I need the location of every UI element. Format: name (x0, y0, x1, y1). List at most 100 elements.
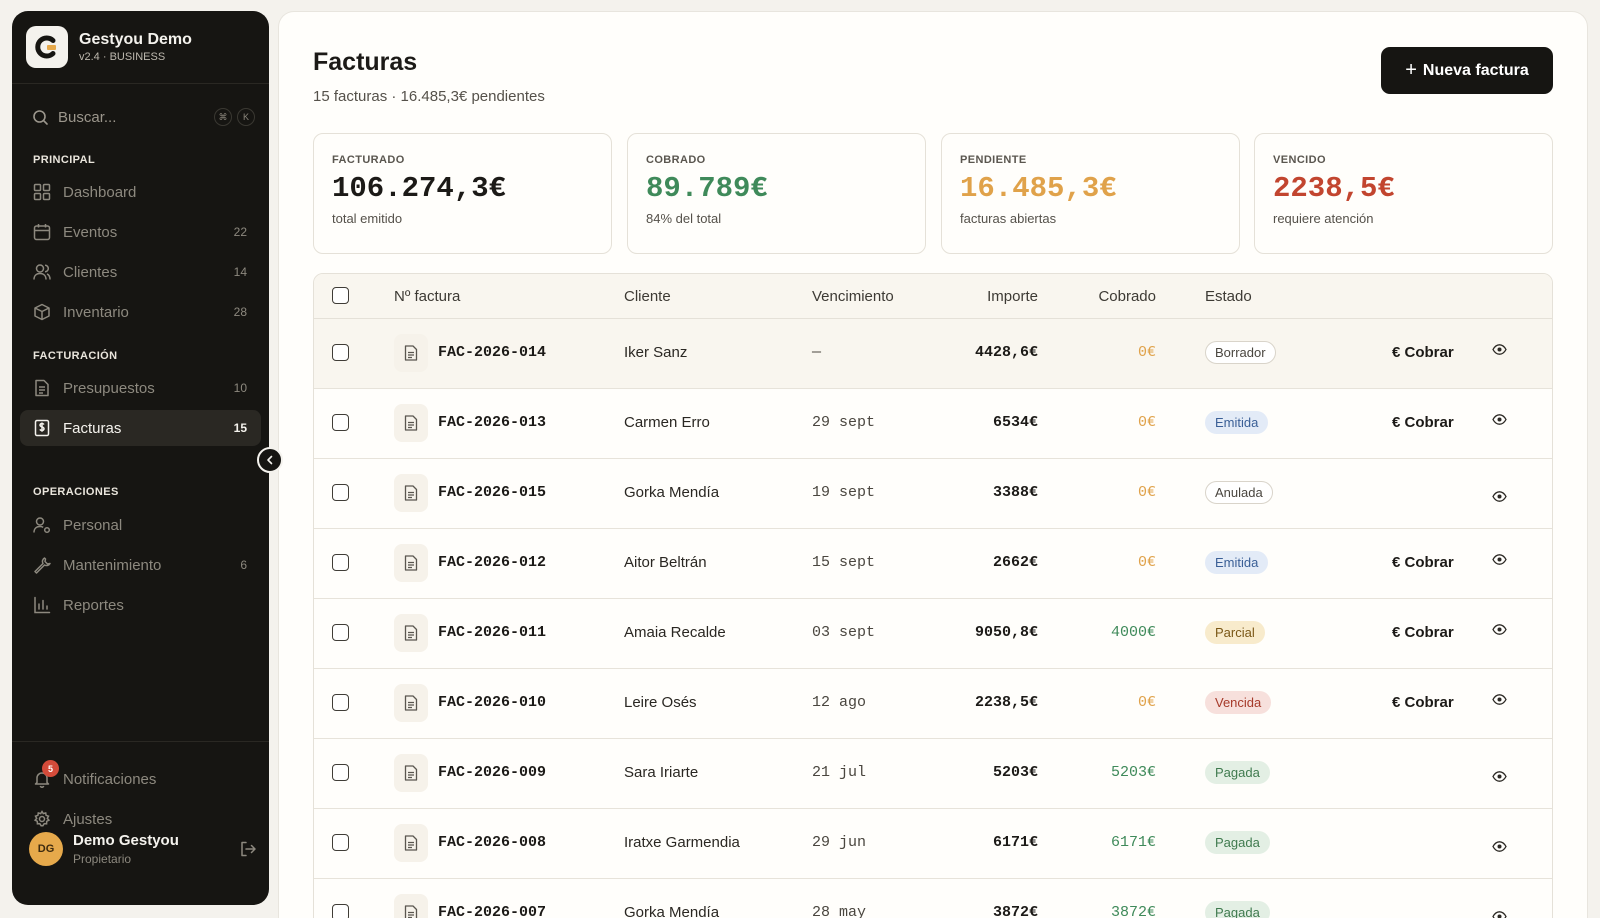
header-client[interactable]: Cliente (624, 288, 671, 305)
euro-icon: € (1392, 624, 1405, 641)
cobrar-button[interactable]: € Cobrar (1392, 694, 1454, 711)
invoice-number[interactable]: FAC-2026-012 (438, 554, 546, 571)
status-badge: Borrador (1205, 341, 1276, 364)
invoice-due: 29 jun (812, 834, 867, 851)
eye-icon[interactable] (1492, 692, 1507, 710)
sidebar-search[interactable]: Buscar... ⌘ K (32, 106, 255, 128)
sidebar-item-personal[interactable]: Personal (20, 507, 261, 543)
sidebar-collapse-button[interactable] (257, 447, 283, 473)
invoice-paid: 0€ (1137, 414, 1156, 431)
eye-icon[interactable] (1492, 909, 1507, 918)
invoice-number[interactable]: FAC-2026-008 (438, 834, 546, 851)
cobrar-label: Cobrar (1404, 694, 1454, 711)
eye-icon[interactable] (1492, 342, 1507, 360)
invoice-amount: 6171€ (992, 834, 1038, 851)
eye-icon[interactable] (1492, 769, 1507, 787)
invoice-number[interactable]: FAC-2026-009 (438, 764, 546, 781)
invoice-number[interactable]: FAC-2026-010 (438, 694, 546, 711)
row-checkbox[interactable] (332, 554, 349, 571)
sidebar-item-reportes[interactable]: Reportes (20, 587, 261, 623)
table-row[interactable]: FAC-2026-010 Leire Osés 12 ago 2238,5€ 0€ Ven… (314, 669, 1552, 739)
user-profile[interactable]: DG Demo Gestyou Propietario (29, 829, 257, 869)
sidebar-item-count: 14 (233, 265, 247, 279)
document-icon (394, 544, 428, 582)
row-checkbox[interactable] (332, 624, 349, 641)
shortcut-key-cmd: ⌘ (214, 108, 232, 126)
chevron-left-icon (267, 455, 273, 465)
sidebar-item-mantenimiento[interactable]: Mantenimiento 6 (20, 547, 261, 583)
status-badge: Emitida (1205, 411, 1269, 434)
header-number[interactable]: Nº factura (394, 288, 460, 305)
table-row[interactable]: FAC-2026-015 Gorka Mendía 19 sept 3388€ 0€ An… (314, 459, 1552, 529)
table-row[interactable]: FAC-2026-013 Carmen Erro 29 sept 6534€ 0€ Emi… (314, 389, 1552, 459)
invoice-amount: 3388€ (992, 484, 1038, 501)
stat-card-facturado: FACTURADO 106.274,3€ total emitido (313, 133, 612, 254)
sidebar-item-count: 6 (240, 558, 247, 572)
invoice-amount: 9050,8€ (974, 624, 1038, 641)
row-checkbox[interactable] (332, 834, 349, 851)
sidebar-item-inventario[interactable]: Inventario 28 (20, 294, 261, 330)
table-row[interactable]: FAC-2026-008 Iratxe Garmendia 29 jun 6171€ 6… (314, 809, 1552, 879)
invoice-due: 28 may (812, 904, 867, 918)
sidebar-item-presupuestos[interactable]: Presupuestos 10 (20, 370, 261, 406)
eye-icon[interactable] (1492, 552, 1507, 570)
cobrar-button[interactable]: € Cobrar (1392, 414, 1454, 431)
eye-icon[interactable] (1492, 622, 1507, 640)
header-status[interactable]: Estado (1205, 288, 1252, 305)
logout-icon[interactable] (239, 840, 257, 858)
table-header: Nº factura Cliente Vencimiento Importe C… (314, 274, 1552, 319)
section-facturacion: FACTURACIÓN (33, 350, 118, 362)
sidebar-item-eventos[interactable]: Eventos 22 (20, 214, 261, 250)
cobrar-label: Cobrar (1404, 624, 1454, 641)
header-paid[interactable]: Cobrado (1054, 288, 1156, 305)
invoice-number[interactable]: FAC-2026-013 (438, 414, 546, 431)
row-checkbox[interactable] (332, 414, 349, 431)
row-checkbox[interactable] (332, 694, 349, 711)
stat-value: 16.485,3€ (960, 172, 1117, 205)
invoice-due: 29 sept (812, 414, 876, 431)
select-all-checkbox[interactable] (332, 287, 349, 304)
table-row[interactable]: FAC-2026-014 Iker Sanz — 4428,6€ 0€ Borrador €… (314, 319, 1552, 389)
shortcut-key-k: K (237, 108, 255, 126)
sidebar-item-count: 28 (233, 305, 247, 319)
cobrar-button[interactable]: € Cobrar (1392, 554, 1454, 571)
euro-icon: € (1392, 414, 1405, 431)
header-due[interactable]: Vencimiento (812, 288, 894, 305)
table-row[interactable]: FAC-2026-012 Aitor Beltrán 15 sept 2662€ 0€ E… (314, 529, 1552, 599)
eye-icon[interactable] (1492, 839, 1507, 857)
table-row[interactable]: FAC-2026-011 Amaia Recalde 03 sept 9050,8€ 4… (314, 599, 1552, 669)
eye-icon[interactable] (1492, 412, 1507, 430)
invoice-paid: 6171€ (1110, 834, 1156, 851)
row-checkbox[interactable] (332, 904, 349, 918)
users-icon (33, 264, 51, 280)
row-checkbox[interactable] (332, 484, 349, 501)
sidebar-item-label: Eventos (63, 223, 118, 241)
invoice-number[interactable]: FAC-2026-014 (438, 344, 546, 361)
page-title: Facturas (313, 48, 418, 76)
eye-icon[interactable] (1492, 489, 1507, 507)
sidebar-item-label: Dashboard (63, 183, 137, 201)
table-row[interactable]: FAC-2026-007 Gorka Mendía 28 may 3872€ 3872€… (314, 879, 1552, 918)
invoice-due: 19 sept (812, 484, 876, 501)
brand[interactable]: Gestyou Demo v2.4 · BUSINESS (12, 11, 269, 84)
sidebar-item-clientes[interactable]: Clientes 14 (20, 254, 261, 290)
user-role: Propietario (73, 852, 132, 866)
invoice-number[interactable]: FAC-2026-011 (438, 624, 546, 641)
cobrar-button[interactable]: € Cobrar (1392, 624, 1454, 641)
invoice-number[interactable]: FAC-2026-007 (438, 904, 546, 918)
table-row[interactable]: FAC-2026-009 Sara Iriarte 21 jul 5203€ 5203€… (314, 739, 1552, 809)
search-icon (33, 109, 48, 125)
invoice-number[interactable]: FAC-2026-015 (438, 484, 546, 501)
sidebar-item-label: Personal (63, 516, 123, 534)
new-invoice-button[interactable]: + Nueva factura (1381, 47, 1553, 94)
invoice-paid: 0€ (1137, 554, 1156, 571)
sidebar-item-facturas[interactable]: Facturas 15 (20, 410, 261, 446)
header-amount[interactable]: Importe (914, 288, 1038, 305)
cobrar-button[interactable]: € Cobrar (1392, 344, 1454, 361)
stat-card-vencido: VENCIDO 2238,5€ requiere atención (1254, 133, 1553, 254)
row-checkbox[interactable] (332, 344, 349, 361)
sidebar-item-dashboard[interactable]: Dashboard (20, 174, 261, 210)
document-icon (394, 474, 428, 512)
row-checkbox[interactable] (332, 764, 349, 781)
invoice-client: Iratxe Garmendia (624, 834, 740, 851)
